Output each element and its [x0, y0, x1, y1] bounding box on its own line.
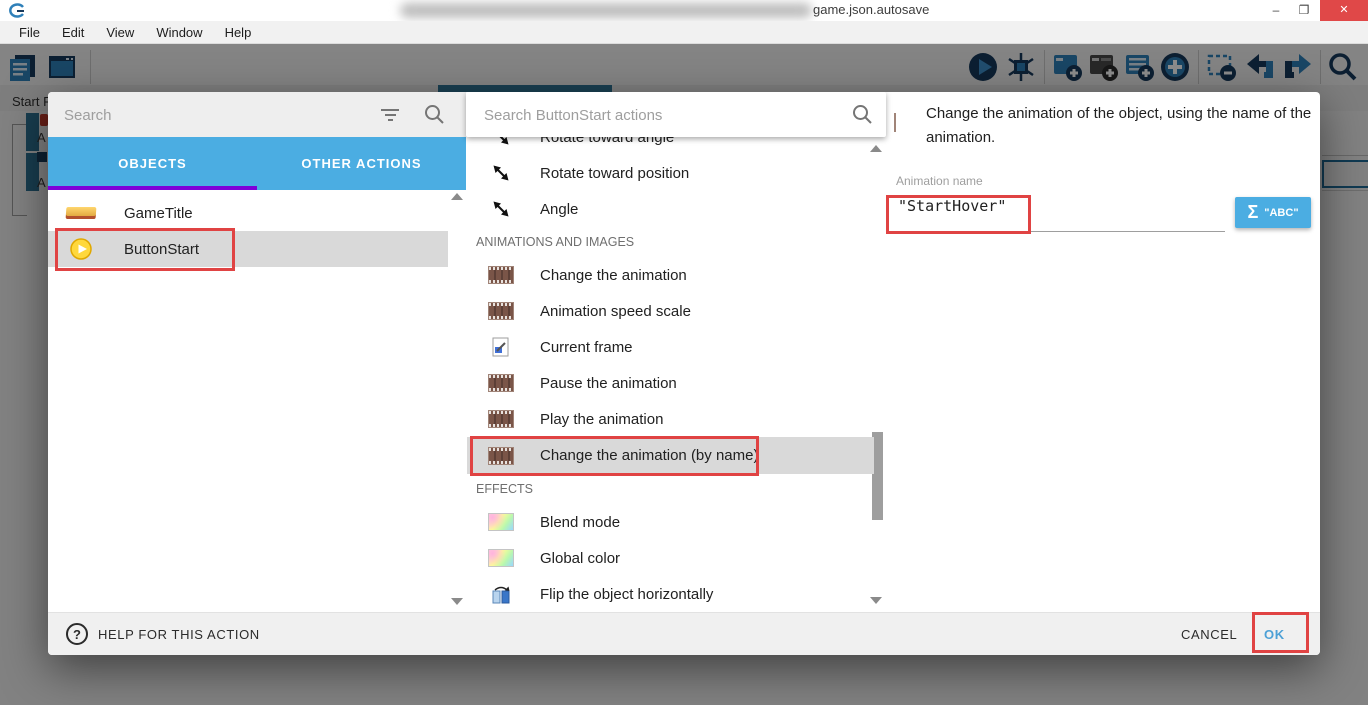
action-row[interactable]: Angle	[467, 191, 874, 227]
cancel-button[interactable]: CANCEL	[1181, 613, 1237, 655]
actions-search-input[interactable]	[482, 92, 816, 139]
action-label: Flip the object horizontally	[540, 586, 713, 603]
action-label: Angle	[540, 201, 578, 218]
action-label: Play the animation	[540, 411, 663, 428]
expression-editor-button[interactable]: Σ "ABC"	[1235, 197, 1311, 228]
action-row[interactable]: Current frame	[467, 329, 874, 365]
game-title-logo-icon	[66, 207, 96, 219]
annotation-box-change-animation-by-name	[470, 436, 759, 476]
active-tab-underline	[48, 186, 257, 190]
objects-search-bar	[48, 92, 466, 137]
menu-window[interactable]: Window	[145, 25, 213, 40]
annotation-box-buttonstart	[55, 228, 235, 271]
help-button-label: HELP FOR THIS ACTION	[98, 627, 260, 642]
action-label: Change the animation	[540, 267, 687, 284]
film-icon	[488, 410, 514, 428]
close-button[interactable]: ✕	[1320, 0, 1368, 21]
action-row[interactable]: Rotate toward position	[467, 155, 874, 191]
menu-view[interactable]: View	[95, 25, 145, 40]
annotation-box-ok-button	[1252, 612, 1309, 653]
action-label: Global color	[540, 550, 620, 567]
minimize-button[interactable]: –	[1262, 0, 1290, 21]
film-icon	[488, 266, 514, 284]
sigma-icon: Σ	[1247, 202, 1258, 223]
action-label: Rotate toward position	[540, 165, 689, 182]
scroll-down-icon[interactable]	[451, 598, 463, 605]
tab-objects[interactable]: OBJECTS	[48, 137, 257, 190]
filter-icon[interactable]	[380, 106, 400, 124]
actions-search-bar	[466, 92, 886, 137]
scroll-up-icon[interactable]	[451, 193, 463, 200]
rotate-icon	[488, 163, 514, 183]
menu-bar: File Edit View Window Help	[0, 21, 1368, 44]
action-row[interactable]: Flip the object horizontally	[467, 576, 874, 612]
section-header: ANIMATIONS AND IMAGES	[476, 227, 856, 257]
color-icon	[488, 549, 514, 567]
action-editor-dialog: OBJECTS OTHER ACTIONS GameTitle ButtonSt…	[48, 92, 1320, 655]
tab-other-actions-label: OTHER ACTIONS	[301, 156, 421, 171]
help-icon: ?	[66, 623, 88, 645]
color-icon	[488, 513, 514, 531]
action-row[interactable]: Global color	[467, 540, 874, 576]
menu-file[interactable]: File	[8, 25, 51, 40]
dialog-footer: ? HELP FOR THIS ACTION CANCEL OK	[48, 612, 1320, 655]
title-bar: game.json.autosave – ❐ ✕	[0, 0, 1368, 21]
annotation-box-animation-name-field	[886, 195, 1031, 234]
menu-edit[interactable]: Edit	[51, 25, 95, 40]
object-name: GameTitle	[124, 205, 193, 222]
search-icon[interactable]	[424, 104, 445, 125]
menu-help[interactable]: Help	[214, 25, 263, 40]
help-button[interactable]: ? HELP FOR THIS ACTION	[66, 623, 260, 645]
film-icon	[488, 374, 514, 392]
action-label: Animation speed scale	[540, 303, 691, 320]
action-label: Blend mode	[540, 514, 620, 531]
action-label: Pause the animation	[540, 375, 677, 392]
object-type-tabs: OBJECTS OTHER ACTIONS	[48, 137, 466, 190]
action-row[interactable]: Change the animation	[467, 257, 874, 293]
film-icon	[894, 114, 896, 132]
objects-search-input[interactable]	[62, 92, 366, 139]
action-row[interactable]: Pause the animation	[467, 365, 874, 401]
action-row[interactable]: Animation speed scale	[467, 293, 874, 329]
action-description: Change the animation of the object, usin…	[926, 102, 1320, 150]
object-row-gametitle[interactable]: GameTitle	[48, 195, 448, 231]
maximize-button[interactable]: ❐	[1290, 0, 1318, 21]
tab-objects-label: OBJECTS	[118, 156, 186, 171]
expression-type-label: "ABC"	[1264, 207, 1298, 219]
action-row[interactable]: Play the animation	[467, 401, 874, 437]
redacted-title-text	[400, 3, 812, 18]
window-title: game.json.autosave	[813, 2, 929, 17]
flip-icon	[488, 585, 514, 604]
film-icon	[488, 302, 514, 320]
gdevelop-logo-icon	[9, 2, 26, 19]
field-label: Animation name	[896, 174, 983, 188]
search-icon[interactable]	[852, 104, 873, 125]
rotate-icon	[488, 199, 514, 219]
screen: Start P A A game.json.autosave – ❐ ✕ Fil…	[0, 0, 1368, 705]
tab-other-actions[interactable]: OTHER ACTIONS	[257, 137, 466, 190]
action-label: Current frame	[540, 339, 633, 356]
frame-icon	[488, 337, 514, 357]
section-header: EFFECTS	[476, 474, 856, 504]
action-row[interactable]: Blend mode	[467, 504, 874, 540]
